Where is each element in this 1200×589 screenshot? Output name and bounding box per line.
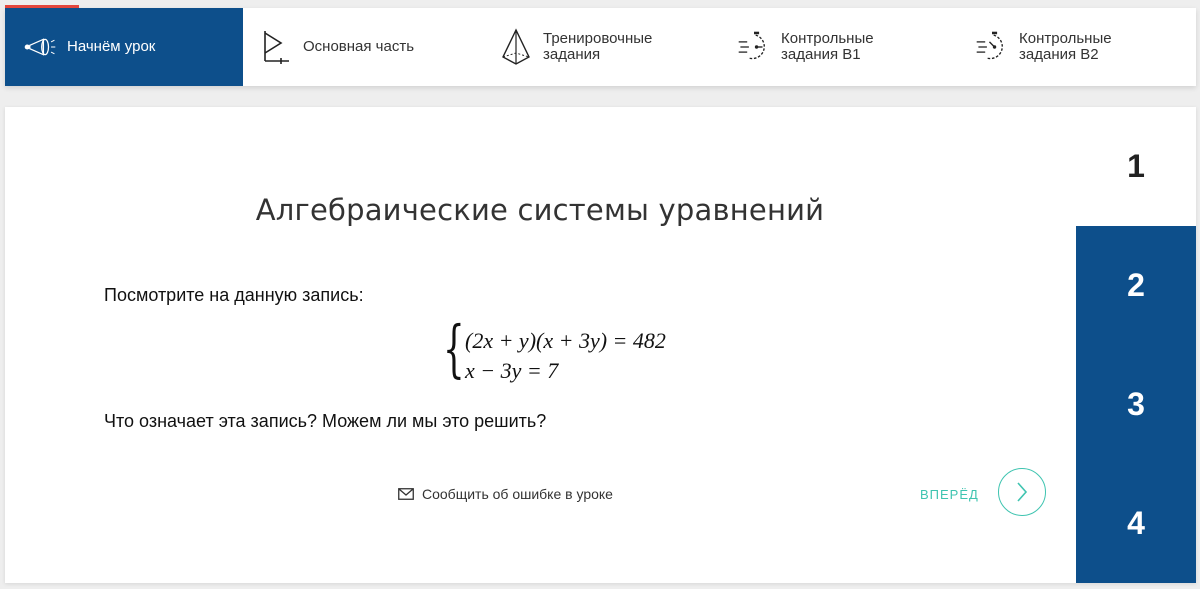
lesson-prompt: Посмотрите на данную запись: <box>104 285 364 305</box>
tab-label: Контрольные задания B1 <box>781 30 874 63</box>
step-3-button[interactable]: 3 <box>1076 345 1196 464</box>
equation-system: { (2x + y)(x + 3y) = 482 x − 3y = 7 <box>443 318 723 384</box>
pyramid-icon <box>499 27 533 67</box>
stopwatch-icon <box>975 27 1009 67</box>
equation-2: x − 3y = 7 <box>465 358 559 383</box>
system-brace: { <box>443 312 465 385</box>
tab-label: Основная часть <box>303 38 415 55</box>
active-tab-marker <box>5 5 79 8</box>
lesson-navigation: Начнём урок Основная часть Тренировочные… <box>5 5 1196 86</box>
next-label[interactable]: ВПЕРЁД <box>920 487 979 502</box>
tab-control-tasks-b1[interactable]: Контрольные задания B1 <box>737 8 947 86</box>
step-navigation: 1 2 3 4 <box>1076 107 1196 583</box>
tab-main-part[interactable]: Основная часть <box>259 8 469 86</box>
stopwatch-icon <box>737 27 771 67</box>
tab-label: Тренировочные задания <box>543 30 653 63</box>
play-icon <box>259 27 293 67</box>
tab-label: Начнём урок <box>67 38 156 55</box>
step-2-button[interactable]: 2 <box>1076 226 1196 345</box>
page-title: Алгебраические системы уравнений <box>255 193 825 227</box>
lesson-question: Что означает эта запись? Можем ли мы это… <box>104 411 547 431</box>
mail-icon <box>398 488 414 500</box>
megaphone-icon <box>23 27 57 67</box>
chevron-right-icon <box>1017 482 1028 502</box>
next-button[interactable] <box>998 468 1046 516</box>
tab-control-tasks-b2[interactable]: Контрольные задания B2 <box>975 8 1185 86</box>
step-1-button[interactable]: 1 <box>1076 107 1196 226</box>
report-error-label: Сообщить об ошибке в уроке <box>422 486 613 502</box>
report-error-link[interactable]: Сообщить об ошибке в уроке <box>398 486 613 502</box>
step-4-button[interactable]: 4 <box>1076 464 1196 583</box>
lesson-card: Алгебраические системы уравнений Посмотр… <box>5 107 1196 583</box>
tab-start-lesson[interactable]: Начнём урок <box>5 5 243 86</box>
equation-1: (2x + y)(x + 3y) = 482 <box>465 328 666 353</box>
tab-label: Контрольные задания B2 <box>1019 30 1112 63</box>
tab-training-tasks[interactable]: Тренировочные задания <box>499 8 709 86</box>
